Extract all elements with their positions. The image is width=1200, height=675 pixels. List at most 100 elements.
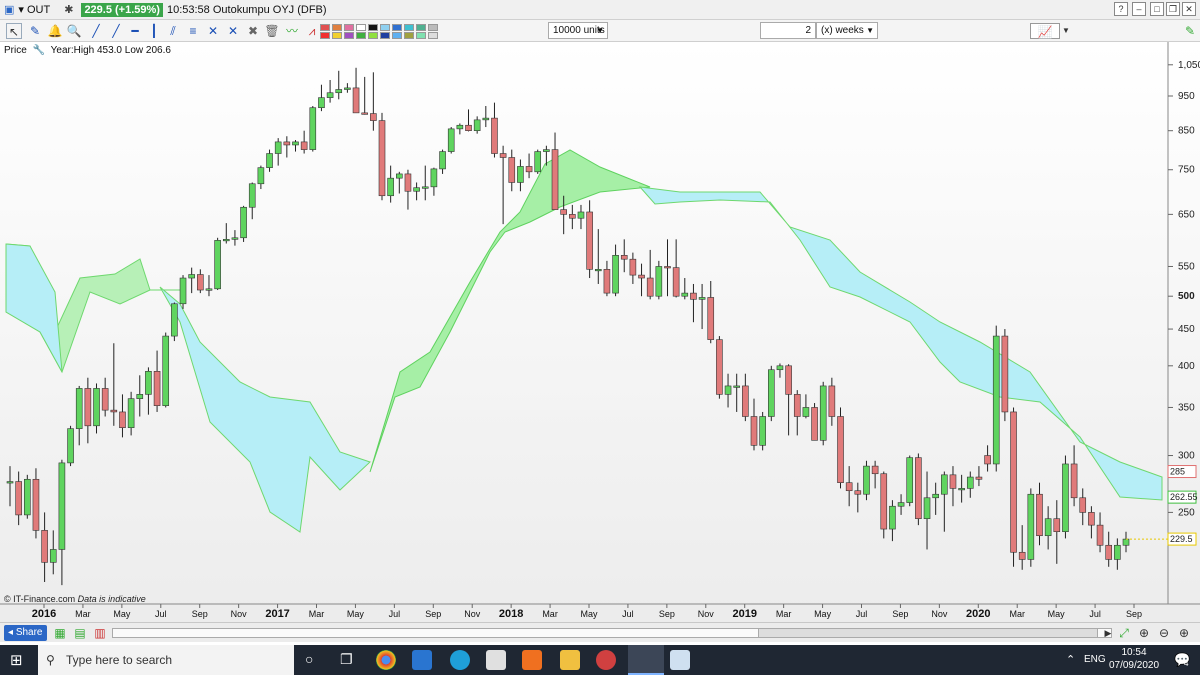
color-swatch-green[interactable] [356, 32, 366, 39]
indicator-icon[interactable]: ✎ [1182, 23, 1198, 39]
share-button[interactable]: ◂ Share [4, 625, 47, 641]
close-button[interactable]: ✕ [1182, 2, 1196, 16]
cursor-icon[interactable]: ↖ [6, 23, 22, 39]
maximize-button[interactable]: □ [1150, 2, 1164, 16]
period-count-input[interactable]: 2 [760, 22, 816, 39]
refresh-icon[interactable]: ✱ [64, 3, 73, 16]
trading-app-taskbar-icon[interactable] [628, 645, 664, 675]
candle-down [560, 209, 567, 215]
store-icon[interactable] [486, 650, 506, 670]
candle-up [759, 416, 766, 446]
color-swatch-olive[interactable] [404, 32, 414, 39]
cross-icon[interactable]: ✕ [205, 23, 221, 39]
taskbar-clock[interactable]: 10:54 07/09/2020 [1104, 646, 1164, 672]
ray-icon[interactable]: ╱ [108, 23, 124, 39]
language-indicator[interactable]: ENG [1084, 654, 1106, 665]
x-tick-label: Nov [231, 609, 248, 619]
color-swatch-red[interactable] [320, 24, 330, 31]
candle-up [222, 239, 230, 242]
candle-up [179, 277, 187, 305]
mail-icon[interactable] [412, 650, 432, 670]
color-swatch-yellow[interactable] [332, 32, 342, 39]
color-swatch-mint[interactable] [416, 32, 426, 39]
notepad-icon[interactable] [670, 650, 690, 670]
zoom-fit-icon[interactable]: ⊕ [1136, 625, 1152, 641]
edge-icon[interactable] [450, 650, 470, 670]
table-icon[interactable]: ▤ [72, 625, 88, 641]
chart-toolbar: ↖ ✎ 🔔 🔍 ╱ ╱ ━ ┃ ⫽ ≡ ✕ ✕ ✖ 🗑 〰 ⩘ 10000 un… [0, 20, 1200, 42]
period-unit-dropdown[interactable]: (x) weeks ▼ [816, 22, 878, 39]
zoom-out-icon[interactable]: ⊖ [1156, 625, 1172, 641]
candle-down [854, 490, 862, 495]
candle-up [162, 335, 170, 406]
eraser-icon[interactable]: ✖ [245, 23, 261, 39]
channel-icon[interactable]: ⫽ [165, 23, 181, 39]
windows-start-icon[interactable]: ⊞ [10, 651, 23, 669]
color-swatch-teal[interactable] [416, 24, 426, 31]
app-icon-generic[interactable] [596, 650, 616, 670]
zoom-icon[interactable]: 🔍 [66, 23, 82, 39]
tray-chevron-icon[interactable]: ⌃ [1066, 653, 1075, 666]
trendline-icon[interactable]: ╱ [88, 23, 104, 39]
delete-icon[interactable]: 🗑 [264, 23, 280, 39]
candle-up [1122, 538, 1130, 546]
color-swatch-navy[interactable] [380, 32, 390, 39]
candle-down [750, 416, 758, 446]
candle-up [473, 119, 481, 131]
fit-chart-icon[interactable]: ⤢ [1116, 625, 1132, 641]
color-swatch-red2[interactable] [320, 32, 330, 39]
y-tick-label: 750 [1178, 165, 1195, 176]
taskbar-search-input[interactable]: ⚲ Type here to search [38, 645, 294, 675]
color-swatch-gray[interactable] [428, 24, 438, 31]
chrome-icon[interactable] [376, 650, 396, 670]
vertical-line-icon[interactable]: ┃ [146, 23, 162, 39]
color-swatch-white[interactable] [356, 24, 366, 31]
candle-down [672, 267, 680, 297]
zoom-in-icon[interactable]: ⊕ [1176, 625, 1192, 641]
scroll-right-icon[interactable]: ▶ [1100, 625, 1116, 641]
media-icon[interactable] [522, 650, 542, 670]
color-swatch-sky[interactable] [392, 32, 402, 39]
bell-icon[interactable]: 🔔 [47, 23, 63, 39]
horizontal-scrollbar[interactable] [112, 628, 1112, 638]
color-swatch-black[interactable] [368, 24, 378, 31]
color-swatch-cyan[interactable] [404, 24, 414, 31]
color-swatch-silver[interactable] [428, 32, 438, 39]
help-icon[interactable]: ? [1114, 2, 1128, 16]
chart-type-chevron-icon[interactable]: ▼ [1058, 23, 1074, 39]
symbol-dropdown[interactable]: ▾ OUT [18, 3, 50, 16]
horizontal-line-icon[interactable]: ━ [127, 23, 143, 39]
pattern-icon[interactable]: ⩘ [304, 23, 320, 39]
wave-icon[interactable]: 〰 [284, 23, 300, 39]
layout-icon[interactable]: ▥ [92, 625, 108, 641]
color-swatch-orange[interactable] [332, 24, 342, 31]
cortana-icon[interactable]: ○ [305, 651, 313, 667]
color-swatch-purple[interactable] [344, 32, 354, 39]
candle-down [370, 113, 377, 121]
bottom-bar: ◂ Share ▦ ▤ ▥ ▶ ⤢ ⊕ ⊖ ⊕ [0, 622, 1200, 642]
pitchfork-icon[interactable]: ✕ [225, 23, 241, 39]
candle-up [1027, 493, 1035, 560]
fibonacci-icon[interactable]: ≡ [185, 23, 201, 39]
color-swatch-lime[interactable] [368, 32, 378, 39]
chart-panel[interactable]: 250 300 350 400 450 500 550 650 750 850 950 1,050 28… [0, 42, 1200, 622]
minimize-button[interactable]: – [1132, 2, 1146, 16]
grid-icon[interactable]: ▦ [52, 625, 68, 641]
units-dropdown[interactable]: 10000 units ▼ [548, 22, 608, 39]
price-marker-label: 229.5 [1170, 534, 1193, 544]
color-swatch-blue[interactable] [392, 24, 402, 31]
candle-down [845, 482, 853, 492]
chart-type-icon[interactable]: 📈 [1030, 23, 1060, 39]
settings-icon[interactable]: 🔧 [33, 45, 45, 56]
restore-button[interactable]: ❐ [1166, 2, 1180, 16]
x-tick-label: 2020 [966, 608, 990, 620]
candle-down [664, 266, 671, 269]
color-swatch-pink[interactable] [344, 24, 354, 31]
ruler-icon[interactable]: ✎ [27, 23, 43, 39]
file-explorer-icon[interactable] [560, 650, 580, 670]
task-view-icon[interactable]: ❐ [340, 651, 353, 668]
chevron-down-icon: ▼ [596, 26, 604, 35]
scroll-thumb[interactable] [758, 629, 1098, 637]
price-chart[interactable]: 250 300 350 400 450 500 550 650 750 850 950 1,050 28… [0, 42, 1200, 622]
color-swatch-lightblue[interactable] [380, 24, 390, 31]
